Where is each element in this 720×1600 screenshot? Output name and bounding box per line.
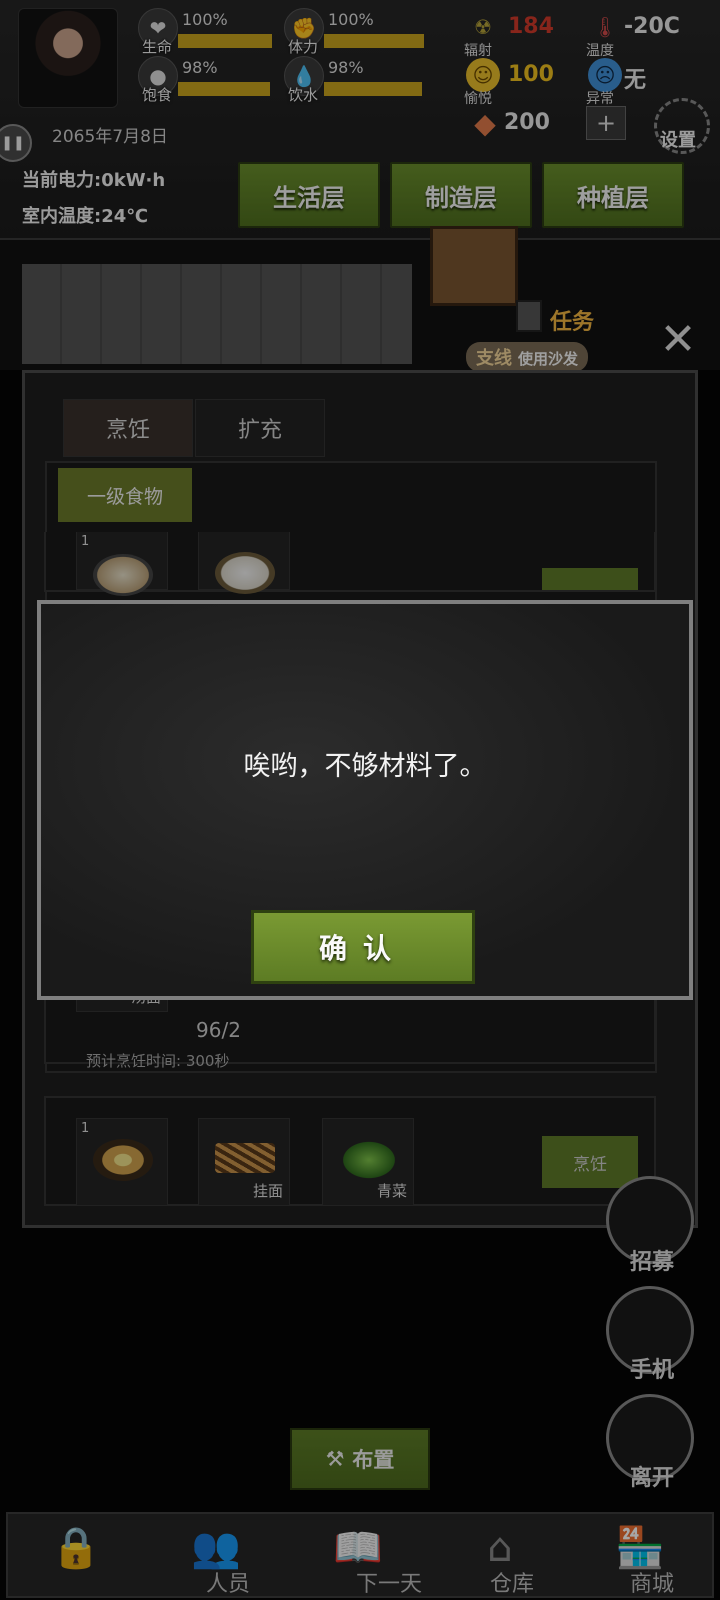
alert-message: 唉哟，不够材料了。 bbox=[243, 751, 487, 782]
confirm-button[interactable]: 确认 bbox=[251, 910, 475, 984]
alert-dialog: 唉哟，不够材料了。 确认 bbox=[37, 600, 693, 1000]
